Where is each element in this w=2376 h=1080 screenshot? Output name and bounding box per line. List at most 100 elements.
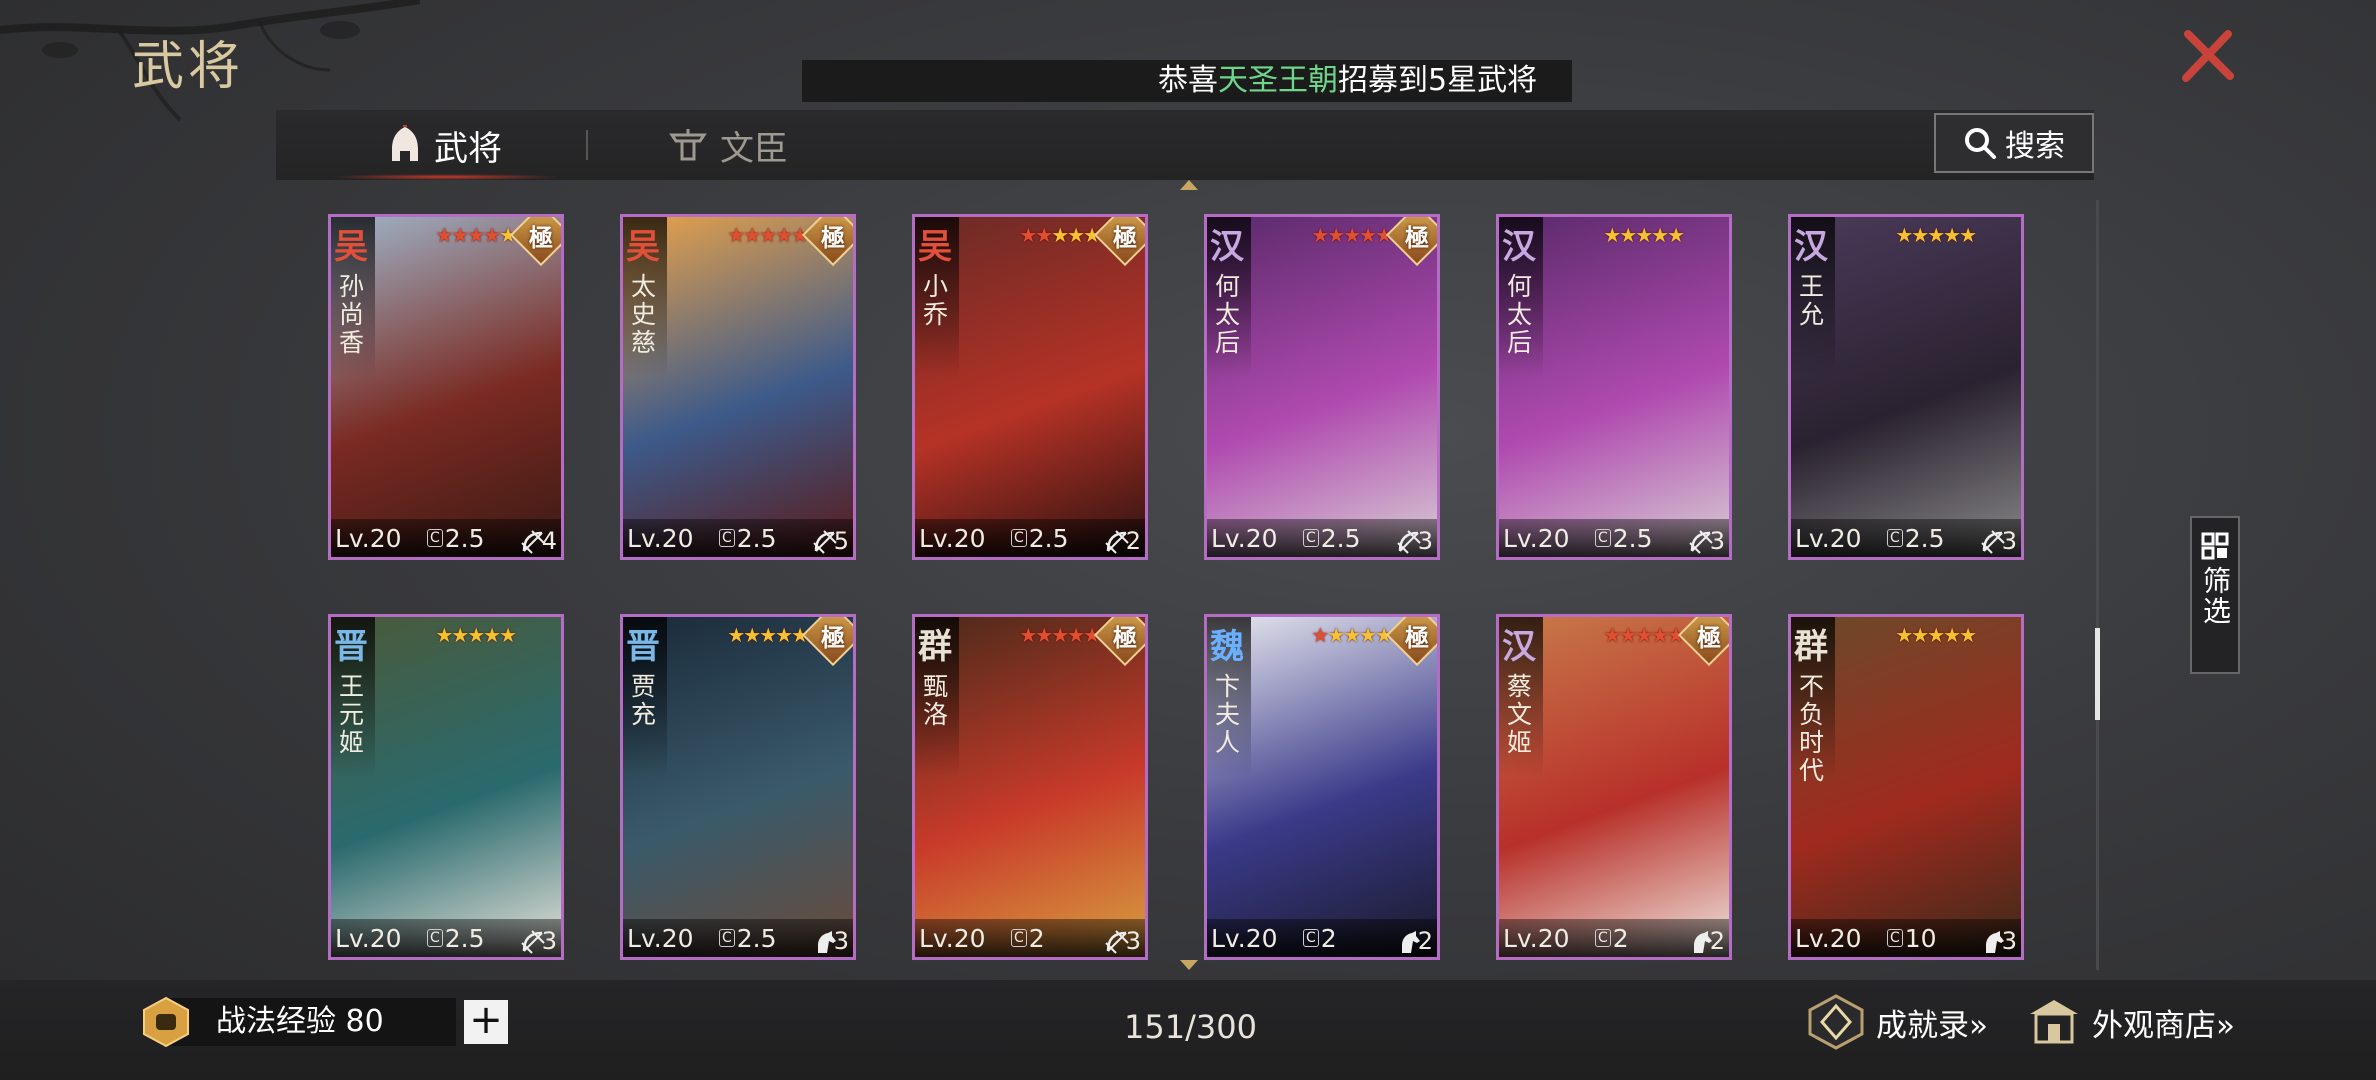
general-name: 王允: [1799, 272, 1825, 329]
star-rating: ★★★★★: [1895, 623, 1977, 647]
card-stats-bar: Lv.20 C 2.5 4: [331, 519, 561, 557]
star-rating: ★★★★★: [1895, 223, 1977, 247]
general-card[interactable]: 群甄洛 ★★★★★ 極 Lv.20 C 2 3: [912, 614, 1148, 960]
page-title: 武将: [132, 37, 245, 97]
close-icon[interactable]: [2176, 24, 2240, 88]
tab-generals[interactable]: 武将: [328, 110, 562, 180]
faction-label: 魏: [1210, 627, 1244, 667]
awakened-label: 極: [1405, 223, 1429, 252]
cost-icon: C: [1011, 529, 1027, 547]
scholar-icon: [669, 129, 707, 161]
general-card[interactable]: 魏卞夫人 ★★★★★ 極 Lv.20 C 2 2: [1204, 614, 1440, 960]
unit-type: 2: [1104, 527, 1141, 555]
tab-officials-label: 文臣: [720, 128, 788, 169]
general-card[interactable]: 汉蔡文姬 ★★★★★ 極 Lv.20 C 2 2: [1496, 614, 1732, 960]
cost-display: C 2.5: [719, 524, 777, 553]
faction-label: 吴: [334, 227, 368, 267]
unit-type: 3: [812, 927, 849, 955]
cost-icon: C: [1303, 529, 1319, 547]
star-rating: ★★★★★: [1311, 223, 1393, 247]
cost-icon: C: [427, 529, 443, 547]
card-stats-bar: Lv.20 C 2.5 5: [623, 519, 853, 557]
search-button[interactable]: 搜索: [1934, 113, 2094, 173]
cost-display: C2: [1011, 924, 1045, 953]
general-count: 151/300: [1124, 1008, 1257, 1046]
level-label: Lv.20: [1503, 523, 1570, 553]
cost-value: 2.5: [1612, 523, 1653, 553]
unit-type: 3: [1104, 927, 1141, 955]
cost-icon: C: [719, 529, 735, 547]
unit-count: 2: [1125, 527, 1141, 555]
achievement-icon: [1808, 994, 1864, 1050]
cost-value: 2: [1028, 923, 1045, 953]
tactic-exp-box: 战法经验 80 +: [140, 996, 508, 1048]
awakened-label: 極: [821, 223, 845, 252]
achievements-label: 成就录»: [1876, 1007, 1988, 1044]
general-name: 不负时代: [1799, 672, 1825, 785]
cost-display: C 2.5: [1011, 524, 1069, 553]
cost-value: 2.5: [444, 523, 485, 553]
announcement-ticker: 恭喜天圣王朝招募到5星武将: [802, 60, 1572, 102]
faction-label: 群: [1794, 627, 1828, 667]
general-card[interactable]: 汉何太后 ★★★★★ 極 Lv.20 C 2.5 3: [1204, 214, 1440, 560]
general-card[interactable]: 晋贾充 ★★★★★ 極 Lv.20 C 2.5 3: [620, 614, 856, 960]
fist-badge-icon: [143, 996, 189, 1048]
star-rating: ★★★★★: [1603, 223, 1685, 247]
general-card[interactable]: 吴孙尚香 ★★★★★ 極 Lv.20 C 2.5 4: [328, 214, 564, 560]
cost-display: C 2.5: [427, 524, 485, 553]
faction-label: 汉: [1502, 227, 1536, 267]
general-name: 小乔: [923, 272, 949, 329]
star-rating: ★★★★★: [1019, 623, 1101, 647]
general-card[interactable]: 汉何太后 ★★★★★ Lv.20 C 2.5 3: [1496, 214, 1732, 560]
general-card[interactable]: 群不负时代 ★★★★★ Lv.20 C 10 3: [1788, 614, 2024, 960]
faction-label: 群: [918, 627, 952, 667]
faction-label: 晋: [334, 627, 368, 667]
card-stats-bar: Lv.20 C 2.5 3: [331, 919, 561, 957]
add-exp-button[interactable]: +: [464, 1000, 508, 1044]
cost-display: C 2.5: [1887, 524, 1945, 553]
general-name: 甄洛: [923, 672, 949, 729]
card-stats-bar: Lv.20 C 2.5 3: [1207, 519, 1437, 557]
card-stats-bar: Lv.20 C 2.5 3: [1499, 519, 1729, 557]
faction-label: 吴: [626, 227, 660, 267]
unit-count: 3: [2001, 927, 2017, 955]
cost-icon: C: [1011, 929, 1027, 947]
scrollbar-track[interactable]: [2096, 200, 2099, 970]
scrollbar-thumb[interactable]: [2095, 628, 2100, 720]
unit-type: 3: [1980, 527, 2017, 555]
star-rating: ★★★★★: [435, 623, 517, 647]
general-card[interactable]: 吴太史慈 ★★★★★ 極 Lv.20 C 2.5 5: [620, 214, 856, 560]
awakened-label: 極: [821, 623, 845, 652]
unit-type: 3: [1688, 527, 1725, 555]
appearance-shop-button[interactable]: 外观商店»: [2026, 994, 2235, 1050]
general-card[interactable]: 汉王允 ★★★★★ Lv.20 C 2.5 3: [1788, 214, 2024, 560]
general-name: 王元姬: [339, 672, 365, 757]
ticker-player-name: 天圣王朝: [1218, 63, 1338, 98]
card-stats-bar: Lv.20 C 2.5 2: [915, 519, 1145, 557]
star-rating: ★★★★★: [435, 223, 517, 247]
tab-officials[interactable]: 文臣: [668, 110, 788, 180]
unit-count: 3: [833, 927, 849, 955]
filter-button[interactable]: 筛选: [2190, 516, 2240, 674]
ticker-prefix: 恭喜: [1158, 63, 1218, 98]
level-label: Lv.20: [1211, 523, 1278, 553]
star-rating: ★★★★★: [1311, 623, 1393, 647]
achievements-button[interactable]: 成就录»: [1806, 994, 1988, 1050]
tab-generals-label: 武将: [434, 128, 502, 169]
cost-display: C2: [1595, 924, 1629, 953]
general-card[interactable]: 晋王元姬 ★★★★★ Lv.20 C 2.5 3: [328, 614, 564, 960]
unit-type: 3: [520, 927, 557, 955]
cost-icon: C: [1887, 929, 1903, 947]
star-rating: ★★★★★: [1603, 623, 1685, 647]
cost-icon: C: [1887, 529, 1903, 547]
unit-count: 2: [1709, 927, 1725, 955]
unit-count: 2: [1417, 927, 1433, 955]
level-label: Lv.20: [627, 523, 694, 553]
general-name: 何太后: [1507, 272, 1533, 357]
cost-icon: C: [1595, 929, 1611, 947]
general-card[interactable]: 吴小乔 ★★★★★ 極 Lv.20 C 2.5 2: [912, 214, 1148, 560]
unit-type: 4: [520, 527, 557, 555]
unit-type: 3: [1980, 927, 2017, 955]
tactic-exp-label: 战法经验 80: [162, 998, 456, 1046]
card-stats-bar: Lv.20 C 2 3: [915, 919, 1145, 957]
